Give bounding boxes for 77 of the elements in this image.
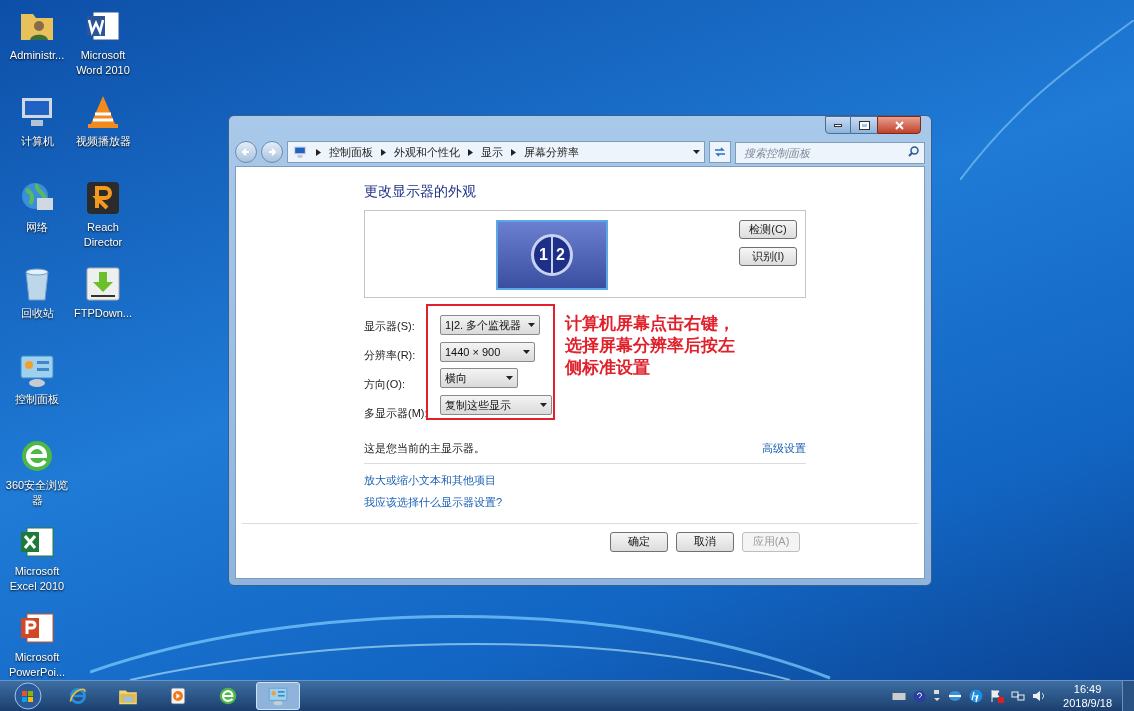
setting-dropdown[interactable]: 1440 × 900 xyxy=(440,341,535,362)
desktop-icon-label: 网络 xyxy=(25,220,49,235)
dropdown-caret-icon xyxy=(506,376,513,381)
desktop-icon-label: Microsoft Word 2010 xyxy=(75,48,131,78)
help-link[interactable]: 我应该选择什么显示器设置? xyxy=(364,494,503,511)
dialog-button[interactable]: 取消 xyxy=(676,531,734,552)
breadcrumb-item[interactable]: 屏幕分辨率 xyxy=(524,143,579,161)
page-heading: 更改显示器的外观 xyxy=(364,182,477,201)
refresh-button[interactable] xyxy=(709,141,731,163)
address-bar[interactable]: 控制面板 外观和个性化 显示 屏幕分辨率 xyxy=(287,141,705,163)
help-icon xyxy=(913,689,927,703)
dialog-button[interactable]: 确定 xyxy=(610,531,668,552)
breadcrumb-item[interactable]: 显示 xyxy=(481,143,503,161)
desktop-icon-label: 计算机 xyxy=(19,134,55,149)
close-button[interactable] xyxy=(877,116,921,134)
clock-date[interactable]: 2018/9/18 xyxy=(1063,696,1112,710)
dropdown-caret-icon xyxy=(540,402,547,407)
setting-dropdown[interactable]: 复制这些显示 xyxy=(440,394,552,415)
search-field[interactable]: 搜索控制面板 xyxy=(735,142,925,164)
network-connection-icon xyxy=(1011,690,1026,702)
windows-logo-icon xyxy=(14,682,42,710)
annotation-text: 计算机屏幕点击右键，选择屏幕分辨率后按左侧标准设置 xyxy=(565,312,736,379)
volume-icon xyxy=(1032,690,1047,702)
setting-label: 显示器(S): xyxy=(364,319,415,335)
back-arrow-icon xyxy=(241,147,251,157)
dropdown-caret-icon xyxy=(693,150,700,154)
desktop-icon-label: 视频播放器 xyxy=(74,134,132,149)
dialog-button[interactable]: 检测(C) xyxy=(739,220,797,239)
desktop-icon-label: Microsoft PowerPoi... xyxy=(7,650,67,680)
desktop-icon-label: 360安全浏览器 xyxy=(4,478,70,508)
display-switch-icon xyxy=(933,689,942,703)
control-panel-icon xyxy=(267,685,289,707)
desktop-icon-label: FTPDown... xyxy=(72,306,134,321)
network-status-icon xyxy=(948,690,963,702)
monitor-number: 2 xyxy=(556,247,565,263)
computer-icon xyxy=(292,144,308,160)
forward-button[interactable] xyxy=(261,141,283,163)
desktop-shortcut[interactable] xyxy=(83,264,123,304)
monitor-number: 1 xyxy=(539,247,548,263)
desktop-icon-label: 回收站 xyxy=(19,306,55,321)
setting-label: 分辨率(R): xyxy=(364,348,416,364)
breadcrumb-arrow-icon xyxy=(511,148,516,156)
browser-icon xyxy=(217,685,239,707)
search-icon xyxy=(908,146,919,157)
desktop-icon-label: 控制面板 xyxy=(14,392,60,407)
breadcrumb-item[interactable]: 控制面板 xyxy=(329,143,373,161)
desktop-icon-label: Administr... xyxy=(8,48,66,63)
status-text: 这是您当前的主显示器。 xyxy=(364,441,485,456)
flag-warning-icon xyxy=(990,689,1005,703)
forward-arrow-icon xyxy=(267,147,277,157)
breadcrumb-arrow-icon xyxy=(316,148,321,156)
show-desktop-button[interactable] xyxy=(1122,680,1134,711)
refresh-icon xyxy=(714,147,726,157)
advanced-settings-link[interactable]: 高级设置 xyxy=(762,440,806,457)
hp-logo-icon xyxy=(969,689,984,703)
setting-dropdown[interactable]: 横向 xyxy=(440,368,518,389)
dropdown-caret-icon xyxy=(523,349,530,354)
close-icon xyxy=(894,120,904,130)
setting-label: 方向(O): xyxy=(364,377,405,393)
desktop-icon-label: Microsoft Excel 2010 xyxy=(8,564,66,594)
monitor-drawing[interactable]: 1 2 xyxy=(496,220,608,290)
desktop-icon-label: Reach Director xyxy=(82,220,124,250)
breadcrumb-arrow-icon xyxy=(468,148,473,156)
breadcrumb-arrow-icon xyxy=(381,148,386,156)
ie-icon xyxy=(67,685,89,707)
dropdown-caret-icon xyxy=(528,323,535,328)
maximize-button[interactable] xyxy=(851,116,877,134)
breadcrumb-item[interactable]: 外观和个性化 xyxy=(394,143,460,161)
back-button[interactable] xyxy=(235,141,257,163)
keyboard-icon xyxy=(892,691,907,701)
minimize-button[interactable] xyxy=(825,116,851,134)
setting-dropdown[interactable]: 1|2. 多个监视器 xyxy=(440,315,540,336)
dialog-button[interactable]: 识别(I) xyxy=(739,247,797,266)
download-icon xyxy=(83,264,123,304)
setting-label: 多显示器(M): xyxy=(364,406,428,422)
clock-time[interactable]: 16:49 xyxy=(1073,682,1102,696)
help-link[interactable]: 放大或缩小文本和其他项目 xyxy=(364,471,496,488)
